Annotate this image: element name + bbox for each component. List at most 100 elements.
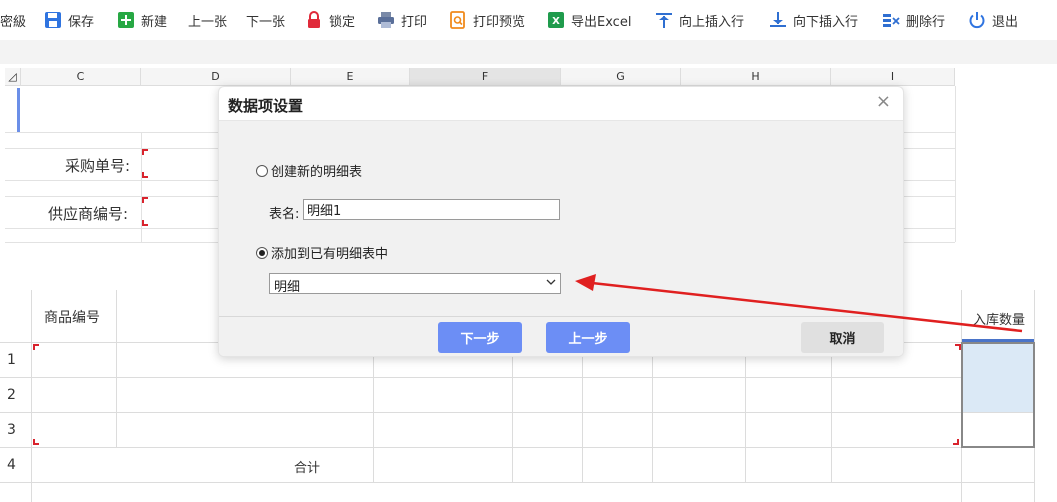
row-number: 2 [7,387,16,403]
column-header-e[interactable]: E [291,68,410,86]
grid-line [116,290,117,447]
grid-line [0,447,1035,448]
grid-line [0,377,1035,378]
radio-create-new[interactable]: 创建新的明细表 [256,161,362,180]
previous-step-button[interactable]: 上一步 [546,322,630,353]
column-label: I [890,70,895,83]
grid-line [0,412,1035,413]
column-label: G [616,70,625,83]
required-marker [33,344,39,350]
grid-line [652,342,653,482]
header-stock-in-qty: 入库数量 [973,313,1026,328]
toolbar-label: 保存 [68,14,95,30]
toolbar-label: 新建 [141,14,168,30]
toolbar-label: 上一张 [188,14,228,30]
next-sheet-button[interactable]: 下一张 [246,9,285,31]
grid-line [745,342,746,482]
required-marker [142,149,148,155]
purchase-no-label: 采购单号: [65,157,131,175]
header-product-no: 商品编号 [44,310,100,326]
excel-icon: X [547,11,565,29]
print-icon [377,11,395,29]
svg-text:X: X [552,16,560,27]
previous-sheet-button[interactable]: 上一张 [188,9,227,31]
save-button[interactable]: 保存 [44,9,94,31]
row-indicator [17,88,20,132]
delete-row-icon [882,11,900,29]
export-excel-button[interactable]: X 导出Excel [547,9,631,31]
exit-button[interactable]: 退出 [968,9,1018,31]
select-value: 明细 [274,280,301,295]
column-header-c[interactable]: C [21,68,141,86]
new-icon [117,11,135,29]
insert-row-below-icon [769,11,787,29]
column-label: E [346,70,354,83]
row-number: 1 [7,352,16,368]
radio-label: 添加到已有明细表中 [271,247,389,262]
toolbar-label: 打印预览 [473,14,526,30]
toolbar-label: 退出 [992,14,1019,30]
required-marker [955,344,961,350]
grid-line [0,482,1035,483]
toolbar-label: 向上插入行 [679,14,745,30]
toolbar-label: 打印 [401,14,428,30]
radio-label: 创建新的明细表 [271,165,363,180]
dialog-body: 创建新的明细表 表名: 添加到已有明细表中 明细 [219,120,903,316]
supplier-no-label: 供应商编号: [48,205,129,223]
lock-button[interactable]: 锁定 [305,9,355,31]
row-number: 4 [7,457,16,473]
delete-row-button[interactable]: 删除行 [882,9,945,31]
next-step-button[interactable]: 下一步 [438,322,522,353]
dialog-footer: 下一步 上一步 取消 [219,316,903,356]
grid-line [373,342,374,482]
column-header-f[interactable]: F [410,68,561,86]
close-icon[interactable]: × [876,91,891,112]
column-label: F [481,70,489,83]
insert-row-above-button[interactable]: 向上插入行 [655,9,744,31]
new-button[interactable]: 新建 [117,9,167,31]
required-marker [142,220,148,226]
table-name-input[interactable] [303,199,560,220]
toolbar-label: 导出Excel [571,14,632,30]
save-icon [44,11,62,29]
selection-outline [961,342,1035,448]
print-preview-icon [449,11,467,29]
column-header-d[interactable]: D [141,68,291,86]
radio-button-unselected[interactable] [256,164,268,177]
existing-table-select[interactable]: 明细 [269,273,561,295]
row-number: 3 [7,422,16,438]
radio-add-existing[interactable]: 添加到已有明细表中 [256,243,388,262]
grid-line [955,86,956,242]
grid-line [582,342,583,482]
column-header-g[interactable]: G [561,68,681,86]
toolbar-password-level[interactable]: 密級 [0,9,26,31]
radio-button-selected[interactable] [256,246,268,259]
column-label: H [751,70,760,83]
table-name-label: 表名: [269,207,300,222]
toolbar-label: 向下插入行 [793,14,859,30]
column-label: C [76,70,85,83]
required-marker [142,197,148,203]
toolbar-label: 锁定 [329,14,356,30]
dialog-title: 数据项设置 [228,97,304,115]
grid-line [831,342,832,482]
required-marker [33,439,39,445]
column-header-h[interactable]: H [681,68,831,86]
print-preview-button[interactable]: 打印预览 [449,9,525,31]
total-label: 合计 [294,461,321,476]
cancel-button[interactable]: 取消 [801,322,884,353]
print-button[interactable]: 打印 [377,9,427,31]
required-marker [953,439,959,445]
insert-row-above-icon [655,11,673,29]
chevron-down-icon [546,277,556,290]
column-label: D [211,70,220,83]
toolbar: 密級 保存 新建 上一张 下一张 锁定 打印 打印预览 X 导出Excel 向上… [0,0,1057,40]
insert-row-below-button[interactable]: 向下插入行 [769,9,858,31]
column-header-i[interactable]: I [831,68,955,86]
exit-icon [968,11,986,29]
lock-icon [305,11,323,29]
corner-glyph: ◿ [8,70,17,83]
corner-cell[interactable]: ◿ [5,68,21,86]
required-marker [142,172,148,178]
grid-line [512,342,513,482]
